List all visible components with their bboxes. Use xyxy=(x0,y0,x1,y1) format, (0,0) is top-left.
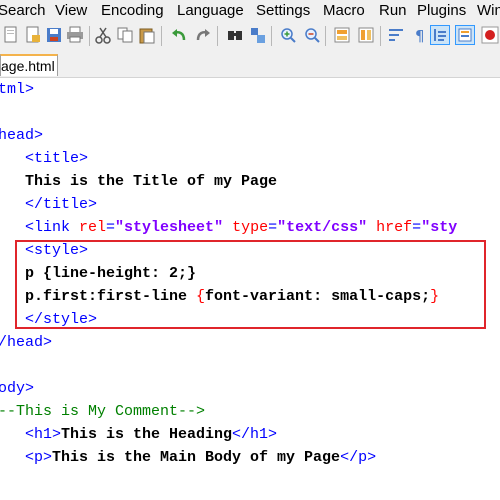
code-string: "stylesheet" xyxy=(115,219,224,236)
code-tag xyxy=(367,219,376,236)
indent-guide-toggle[interactable] xyxy=(430,25,450,45)
redo-icon[interactable] xyxy=(194,26,212,44)
document-map-toggle[interactable] xyxy=(455,25,475,45)
tab-bar: age.html xyxy=(0,50,500,79)
record-macro-icon[interactable] xyxy=(481,26,499,44)
copy-icon[interactable] xyxy=(116,26,134,44)
code-line: head> xyxy=(0,124,43,147)
zoom-in-icon[interactable] xyxy=(279,26,297,44)
menu-view[interactable]: View xyxy=(55,2,87,19)
menu-language[interactable]: Language xyxy=(177,2,244,19)
toolbar: ¶ xyxy=(0,22,500,51)
code-tag: tml> xyxy=(0,81,35,98)
code-attribute: href xyxy=(376,219,413,236)
save-icon[interactable] xyxy=(45,26,63,44)
code-comment: --This is My Comment--> xyxy=(0,403,206,420)
menu-run[interactable]: Run xyxy=(379,2,407,19)
code-tag: = xyxy=(106,219,116,236)
code-line: ody> xyxy=(0,377,34,400)
zoom-out-icon[interactable] xyxy=(303,26,321,44)
code-text: This is the Main Body of my Page xyxy=(52,449,341,466)
paste-icon[interactable] xyxy=(138,26,156,44)
code-tag: <title> xyxy=(25,150,89,167)
code-tag: = xyxy=(268,219,278,236)
code-text: This is the Title of my Page xyxy=(25,173,278,190)
print-icon[interactable] xyxy=(66,26,84,44)
toolbar-separator xyxy=(217,26,218,46)
svg-text:¶: ¶ xyxy=(415,27,425,44)
toolbar-separator xyxy=(271,26,272,46)
code-tag: </h1> xyxy=(232,426,278,443)
menu-plugins[interactable]: Plugins xyxy=(417,2,466,19)
code-text: This is the Heading xyxy=(61,426,233,443)
sync-horizontal-icon[interactable] xyxy=(357,26,375,44)
code-line: /head> xyxy=(0,331,52,354)
code-line: <link rel="stylesheet" type="text/css" h… xyxy=(25,216,457,239)
menu-bar: Search View Encoding Language Settings M… xyxy=(0,0,500,22)
menu-window[interactable]: Win xyxy=(477,2,500,19)
replace-icon[interactable] xyxy=(249,26,267,44)
code-line: This is the Title of my Page xyxy=(25,170,277,193)
code-line: <p>This is the Main Body of my Page</p> xyxy=(25,446,376,469)
show-all-characters-icon[interactable]: ¶ xyxy=(410,26,428,45)
code-tag: <link xyxy=(25,219,80,236)
word-wrap-icon[interactable] xyxy=(387,26,405,44)
code-line: </title> xyxy=(25,193,97,216)
code-tag: </p> xyxy=(340,449,377,466)
new-file-icon[interactable] xyxy=(2,26,20,44)
code-editor[interactable]: tml> head> <title> This is the Title of … xyxy=(0,78,500,500)
find-icon[interactable] xyxy=(226,26,244,44)
code-tag: = xyxy=(412,219,422,236)
code-tag: </title> xyxy=(25,196,98,213)
code-tag: ody> xyxy=(0,380,35,397)
code-line: <title> xyxy=(25,147,88,170)
code-line: <h1>This is the Heading</h1> xyxy=(25,423,277,446)
toolbar-separator xyxy=(325,26,326,46)
menu-macro[interactable]: Macro xyxy=(323,2,365,19)
cut-icon[interactable] xyxy=(94,26,112,44)
menu-encoding[interactable]: Encoding xyxy=(101,2,164,19)
code-attribute: type xyxy=(232,219,269,236)
style-block-highlight xyxy=(15,240,486,329)
code-line: --This is My Comment--> xyxy=(0,400,205,423)
tab-page-html[interactable]: age.html xyxy=(0,54,58,76)
code-attribute: rel xyxy=(79,219,107,236)
undo-icon[interactable] xyxy=(170,26,188,44)
code-string: "text/css" xyxy=(277,219,368,236)
menu-search[interactable]: Search xyxy=(0,2,46,19)
toolbar-separator xyxy=(89,26,90,46)
code-tag xyxy=(223,219,232,236)
sync-vertical-icon[interactable] xyxy=(333,26,351,44)
code-tag: <h1> xyxy=(25,426,62,443)
menu-settings[interactable]: Settings xyxy=(256,2,310,19)
tab-label: age.html xyxy=(1,58,55,74)
open-file-icon[interactable] xyxy=(24,26,42,44)
code-tag: head> xyxy=(0,127,44,144)
code-tag: <p> xyxy=(25,449,53,466)
code-tag: /head> xyxy=(0,334,53,351)
toolbar-separator xyxy=(380,26,381,46)
code-string: "sty xyxy=(421,219,458,236)
toolbar-separator xyxy=(161,26,162,46)
code-line: tml> xyxy=(0,78,34,101)
